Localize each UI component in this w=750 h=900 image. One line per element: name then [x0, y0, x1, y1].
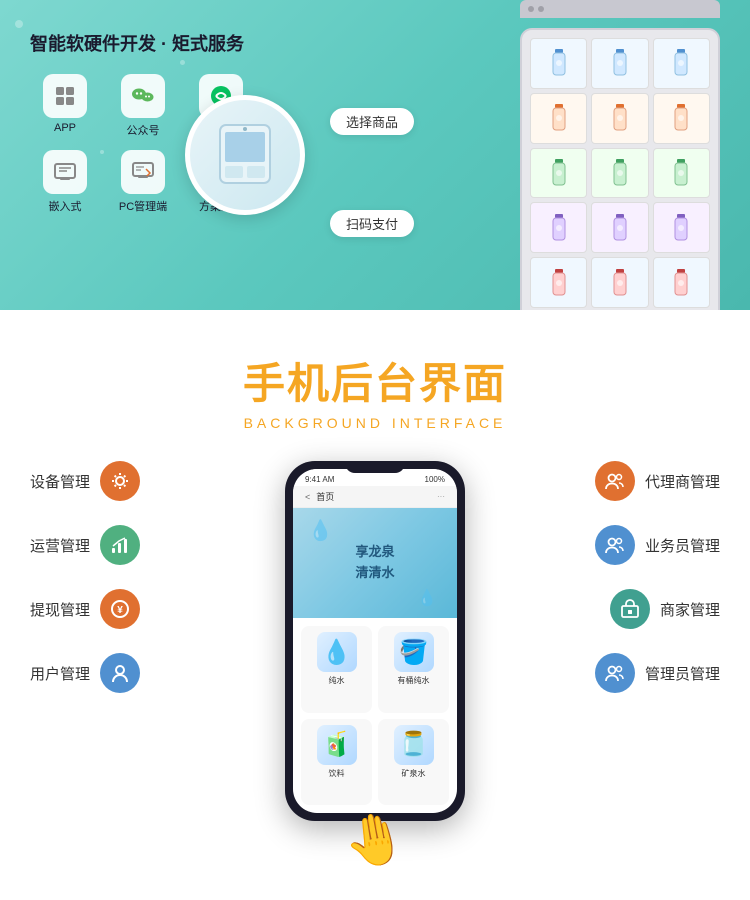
phone-time: 9:41 AM [305, 475, 334, 484]
pure-water-icon: 💧 [317, 632, 357, 672]
choose-product-label: 选择商品 [330, 108, 414, 135]
vm-cell-2-1 [530, 93, 587, 144]
icon-embedded: 嵌入式 [30, 150, 100, 214]
small-phone-mockup [185, 95, 305, 215]
salesman-icon [595, 525, 635, 565]
vm-cell-5-1 [530, 257, 587, 308]
phone-battery: 100% [425, 475, 445, 484]
feature-ops-management: 运营管理 [30, 525, 230, 565]
icon-app: APP [30, 74, 100, 138]
feature-salesman-label: 业务员管理 [645, 535, 720, 556]
vm-cell-2-3 [653, 93, 710, 144]
vm-dot-1 [528, 6, 534, 12]
embedded-label: 嵌入式 [49, 198, 82, 214]
vm-cell-1-2 [591, 38, 648, 89]
phone-mockup: 9:41 AM 100% < 首页 ··· 享龙泉清清水 [285, 461, 465, 821]
features-left: 设备管理 运营管理 [30, 461, 230, 693]
feature-withdraw-label: 提现管理 [30, 599, 90, 620]
product-card-mineral[interactable]: 🫙 矿泉水 [378, 719, 449, 806]
phone-nav-bar: < 首页 ··· [293, 486, 457, 508]
admin-icon [595, 653, 635, 693]
features-layout: 设备管理 运营管理 [30, 461, 720, 870]
barrel-water-icon: 🪣 [394, 632, 434, 672]
feature-merchant-label: 商家管理 [660, 599, 720, 620]
top-section: 智能软硬件开发 · 矩式服务 APP [0, 0, 750, 310]
icon-pc: PC管理端 [108, 150, 178, 214]
scan-payment-label: 扫码支付 [330, 210, 414, 237]
hand-holding-phone: 🤚 [339, 806, 411, 875]
feature-ops-label: 运营管理 [30, 535, 90, 556]
vm-top-bar [520, 0, 720, 18]
wechat-icon-box [121, 74, 165, 118]
vm-cell-4-1 [530, 202, 587, 253]
svg-text:¥: ¥ [117, 605, 123, 616]
phone-menu-dots[interactable]: ··· [437, 492, 445, 501]
vm-cell-4-3 [653, 202, 710, 253]
phone-notch [345, 461, 405, 473]
feature-admin-label: 管理员管理 [645, 663, 720, 684]
section-title-zh: 手机后台界面 [30, 350, 720, 411]
features-right: 代理商管理 业务员管理 [520, 461, 720, 693]
drop-deco-2: 💧 [417, 588, 437, 608]
drink-icon: 🧃 [317, 725, 357, 765]
embedded-icon-box [43, 150, 87, 194]
phone-hero-image: 享龙泉清清水 💧 💧 [293, 508, 457, 618]
bottom-section: 手机后台界面 BACKGROUND INTERFACE 设备管理 运营管理 [0, 310, 750, 900]
feature-admin-management: 管理员管理 [595, 653, 720, 693]
wechat-label: 公众号 [127, 122, 160, 138]
vm-cell-5-2 [591, 257, 648, 308]
ops-icon [100, 525, 140, 565]
phone-nav-title: 首页 [316, 490, 334, 503]
vm-body [520, 28, 720, 310]
drink-label: 饮料 [329, 768, 345, 779]
feature-merchant-management: 商家管理 [610, 589, 720, 629]
vm-cell-3-3 [653, 148, 710, 199]
vm-cell-5-3 [653, 257, 710, 308]
device-icon [100, 461, 140, 501]
app-icon-box [43, 74, 87, 118]
phone-circle-inner [190, 100, 300, 210]
feature-user-label: 用户管理 [30, 663, 90, 684]
mineral-label: 矿泉水 [402, 768, 426, 779]
withdraw-icon: ¥ [100, 589, 140, 629]
vm-dot-2 [538, 6, 544, 12]
vm-cell-4-2 [591, 202, 648, 253]
user-icon [100, 653, 140, 693]
feature-withdraw-management: 提现管理 ¥ [30, 589, 230, 629]
section-title-en: BACKGROUND INTERFACE [30, 415, 720, 431]
phone-back-btn[interactable]: < [305, 492, 310, 502]
hero-text: 享龙泉清清水 [355, 542, 394, 584]
icon-wechat: 公众号 [108, 74, 178, 138]
pc-icon-box [121, 150, 165, 194]
product-card-pure-water[interactable]: 💧 纯水 [301, 626, 372, 713]
vm-cell-1-3 [653, 38, 710, 89]
app-label: APP [54, 122, 76, 134]
phone-products-grid: 💧 纯水 🪣 有桶纯水 🧃 饮料 [293, 618, 457, 813]
mineral-icon: 🫙 [394, 725, 434, 765]
vending-machine [510, 0, 730, 310]
vm-cell-3-2 [591, 148, 648, 199]
vm-cell-2-2 [591, 93, 648, 144]
vm-cell-3-1 [530, 148, 587, 199]
feature-agent-label: 代理商管理 [645, 471, 720, 492]
barrel-water-label: 有桶纯水 [398, 675, 430, 686]
pc-label: PC管理端 [119, 198, 167, 214]
vm-cell-1-1 [530, 38, 587, 89]
phone-center: 9:41 AM 100% < 首页 ··· 享龙泉清清水 [275, 461, 475, 870]
pure-water-label: 纯水 [329, 675, 345, 686]
hero-overlay: 享龙泉清清水 [355, 542, 394, 584]
feature-salesman-management: 业务员管理 [595, 525, 720, 565]
drop-deco-1: 💧 [308, 518, 333, 543]
feature-agent-management: 代理商管理 [595, 461, 720, 501]
feature-device-management: 设备管理 [30, 461, 230, 501]
feature-user-management: 用户管理 [30, 653, 230, 693]
product-card-barrel-water[interactable]: 🪣 有桶纯水 [378, 626, 449, 713]
product-card-drink[interactable]: 🧃 饮料 [301, 719, 372, 806]
merchant-icon [610, 589, 650, 629]
feature-device-label: 设备管理 [30, 471, 90, 492]
phone-screen: 9:41 AM 100% < 首页 ··· 享龙泉清清水 [293, 469, 457, 813]
agent-icon [595, 461, 635, 501]
